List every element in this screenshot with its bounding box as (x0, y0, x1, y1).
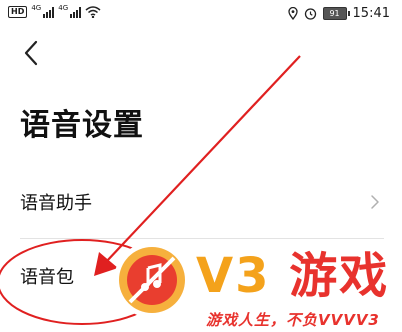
annotation-arrow-line (105, 55, 301, 263)
chevron-right-icon (371, 195, 379, 209)
signal-icon-2 (70, 6, 82, 18)
status-right: 91 15:41 (287, 6, 390, 21)
status-time: 15:41 (352, 6, 390, 21)
back-button[interactable] (18, 38, 46, 68)
watermark-brand: V3 游戏 (196, 236, 389, 306)
battery-icon: 91 (322, 7, 350, 20)
list-item-label: 语音助手 (20, 193, 92, 214)
watermark-brand-latin: V3 (196, 248, 271, 304)
alarm-icon (304, 8, 316, 20)
watermark-brand-cn: 游戏 (289, 248, 390, 304)
back-arrow-icon (24, 40, 38, 66)
list-item-voice-assistant[interactable]: 语音助手 (0, 174, 402, 230)
network-type-label-2: 4G (58, 4, 69, 12)
page-title: 语音设置 (20, 108, 144, 143)
watermark-slogan: 游戏人生，不负VVVV3 (206, 311, 380, 329)
wifi-icon (85, 6, 101, 18)
watermark-logo-icon (114, 242, 190, 318)
hd-icon: HD (8, 6, 28, 18)
status-bar: HD 4G 4G 91 15:41 (0, 0, 402, 30)
list-item-label: 语音包 (20, 267, 74, 288)
location-icon (287, 7, 298, 20)
battery-level: 91 (329, 9, 340, 18)
status-left: HD 4G 4G (8, 4, 101, 18)
signal-icon (43, 6, 55, 18)
network-type-label: 4G (31, 4, 42, 12)
